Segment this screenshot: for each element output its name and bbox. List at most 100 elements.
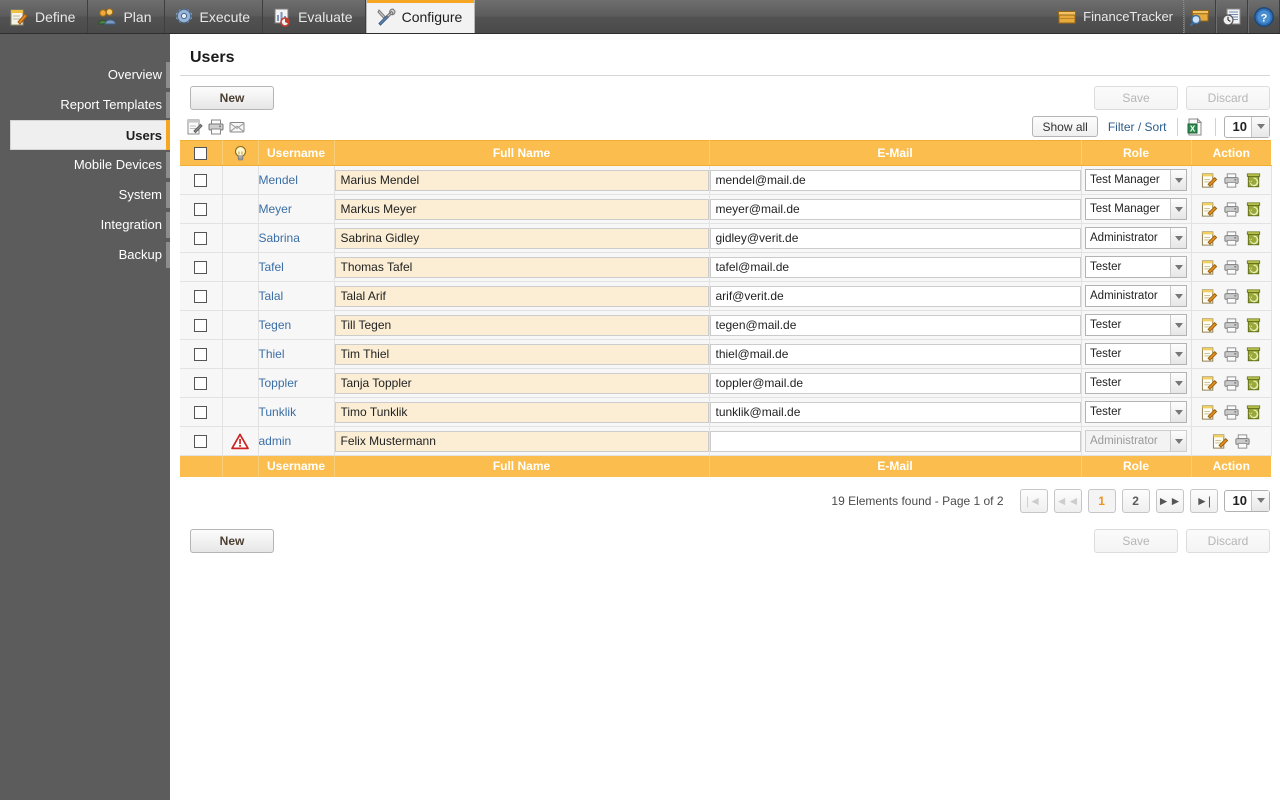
- edit-icon[interactable]: [1212, 433, 1229, 450]
- prev-page-button[interactable]: ◄◄: [1053, 488, 1082, 513]
- edit-icon[interactable]: [1201, 201, 1218, 218]
- edit-icon[interactable]: [1201, 404, 1218, 421]
- email-input[interactable]: [709, 314, 1081, 336]
- role-select[interactable]: Administrator: [1085, 227, 1187, 249]
- email-input[interactable]: [709, 198, 1081, 220]
- edit-icon[interactable]: [1201, 288, 1218, 305]
- page-size-select-bottom[interactable]: 10: [1223, 489, 1270, 512]
- row-checkbox[interactable]: [194, 174, 208, 188]
- email-input[interactable]: [709, 169, 1081, 191]
- next-page-button[interactable]: ►►: [1155, 488, 1184, 513]
- role-select[interactable]: Tester: [1085, 372, 1187, 394]
- edit-icon[interactable]: [1201, 317, 1218, 334]
- sidebar-item-backup[interactable]: Backup: [0, 240, 170, 270]
- print-icon[interactable]: [1223, 317, 1240, 334]
- nav-tab-plan[interactable]: Plan: [88, 0, 165, 33]
- nav-tab-evaluate[interactable]: Evaluate: [263, 0, 366, 33]
- nav-tab-define[interactable]: Define: [0, 0, 89, 33]
- fullname-input[interactable]: [334, 314, 709, 336]
- role-select[interactable]: Test Manager: [1085, 198, 1187, 220]
- printer-icon[interactable]: [207, 118, 225, 136]
- new-button-bottom[interactable]: New: [190, 528, 274, 553]
- print-icon[interactable]: [1223, 201, 1240, 218]
- print-icon[interactable]: [1223, 230, 1240, 247]
- header-username[interactable]: Username: [258, 140, 335, 166]
- print-icon[interactable]: [1223, 259, 1240, 276]
- row-checkbox[interactable]: [194, 406, 208, 420]
- delete-icon[interactable]: [1245, 259, 1262, 276]
- edit-icon[interactable]: [1201, 230, 1218, 247]
- email-input[interactable]: [709, 401, 1081, 423]
- username-link[interactable]: Tegen: [259, 318, 292, 332]
- username-link[interactable]: Talal: [259, 289, 284, 303]
- fullname-input[interactable]: [334, 372, 709, 394]
- username-link[interactable]: Meyer: [259, 202, 292, 216]
- row-checkbox[interactable]: [194, 290, 208, 304]
- email-input[interactable]: [709, 343, 1081, 365]
- sidebar-item-users[interactable]: Users: [10, 120, 170, 150]
- first-page-button[interactable]: |◄: [1019, 488, 1048, 513]
- username-link[interactable]: Sabrina: [259, 231, 300, 245]
- discard-button-bottom[interactable]: Discard: [1186, 528, 1270, 553]
- role-select[interactable]: Tester: [1085, 401, 1187, 423]
- print-icon[interactable]: [1234, 433, 1251, 450]
- fullname-input[interactable]: [334, 285, 709, 307]
- email-input[interactable]: [709, 285, 1081, 307]
- row-checkbox[interactable]: [194, 435, 208, 449]
- fullname-input[interactable]: [334, 343, 709, 365]
- username-link[interactable]: Toppler: [259, 376, 298, 390]
- delete-icon[interactable]: [1245, 201, 1262, 218]
- edit-icon[interactable]: [1201, 259, 1218, 276]
- username-link[interactable]: Tunklik: [259, 405, 297, 419]
- username-link[interactable]: Tafel: [259, 260, 284, 274]
- email-input[interactable]: [709, 256, 1081, 278]
- edit-icon[interactable]: [1201, 375, 1218, 392]
- page-size-select-top[interactable]: 10: [1223, 115, 1270, 138]
- fullname-input[interactable]: [334, 430, 709, 452]
- header-fullname[interactable]: Full Name: [334, 140, 710, 166]
- row-checkbox[interactable]: [194, 377, 208, 391]
- page-button-1[interactable]: 1: [1087, 488, 1116, 513]
- sidebar-item-overview[interactable]: Overview: [0, 60, 170, 90]
- delete-icon[interactable]: [1245, 404, 1262, 421]
- row-checkbox[interactable]: [194, 348, 208, 362]
- nav-tab-configure[interactable]: Configure: [365, 0, 476, 33]
- last-page-button[interactable]: ►|: [1189, 488, 1218, 513]
- row-checkbox[interactable]: [194, 203, 208, 217]
- sidebar-item-system[interactable]: System: [0, 180, 170, 210]
- header-email[interactable]: E-Mail: [709, 140, 1082, 166]
- edit-icon[interactable]: [1201, 346, 1218, 363]
- edit-notepad-icon[interactable]: [186, 118, 204, 136]
- delete-icon[interactable]: [1245, 317, 1262, 334]
- filter-sort-link[interactable]: Filter / Sort: [1106, 120, 1169, 134]
- new-button-top[interactable]: New: [190, 86, 274, 110]
- fullname-input[interactable]: [334, 198, 709, 220]
- header-select-all[interactable]: [180, 140, 223, 166]
- sidebar-item-integration[interactable]: Integration: [0, 210, 170, 240]
- nav-tab-execute[interactable]: Execute: [165, 0, 264, 33]
- save-button-bottom[interactable]: Save: [1094, 528, 1178, 553]
- envelope-icon[interactable]: [228, 118, 246, 136]
- delete-icon[interactable]: [1245, 288, 1262, 305]
- fullname-input[interactable]: [334, 401, 709, 423]
- excel-export-icon[interactable]: X: [1186, 117, 1204, 136]
- project-search-icon[interactable]: [1184, 0, 1216, 33]
- email-input[interactable]: [709, 372, 1081, 394]
- fullname-input[interactable]: [334, 169, 709, 191]
- row-checkbox[interactable]: [194, 261, 208, 275]
- role-select[interactable]: Administrator: [1085, 285, 1187, 307]
- role-select[interactable]: Tester: [1085, 343, 1187, 365]
- role-select[interactable]: Tester: [1085, 256, 1187, 278]
- username-link[interactable]: Mendel: [259, 173, 298, 187]
- email-input[interactable]: [709, 227, 1081, 249]
- select-all-checkbox[interactable]: [194, 147, 208, 161]
- username-link[interactable]: Thiel: [259, 347, 285, 361]
- print-icon[interactable]: [1223, 172, 1240, 189]
- fullname-input[interactable]: [334, 256, 709, 278]
- delete-icon[interactable]: [1245, 375, 1262, 392]
- print-icon[interactable]: [1223, 346, 1240, 363]
- discard-button-top[interactable]: Discard: [1186, 86, 1270, 110]
- page-button-2[interactable]: 2: [1121, 488, 1150, 513]
- print-icon[interactable]: [1223, 288, 1240, 305]
- header-role[interactable]: Role: [1081, 140, 1192, 166]
